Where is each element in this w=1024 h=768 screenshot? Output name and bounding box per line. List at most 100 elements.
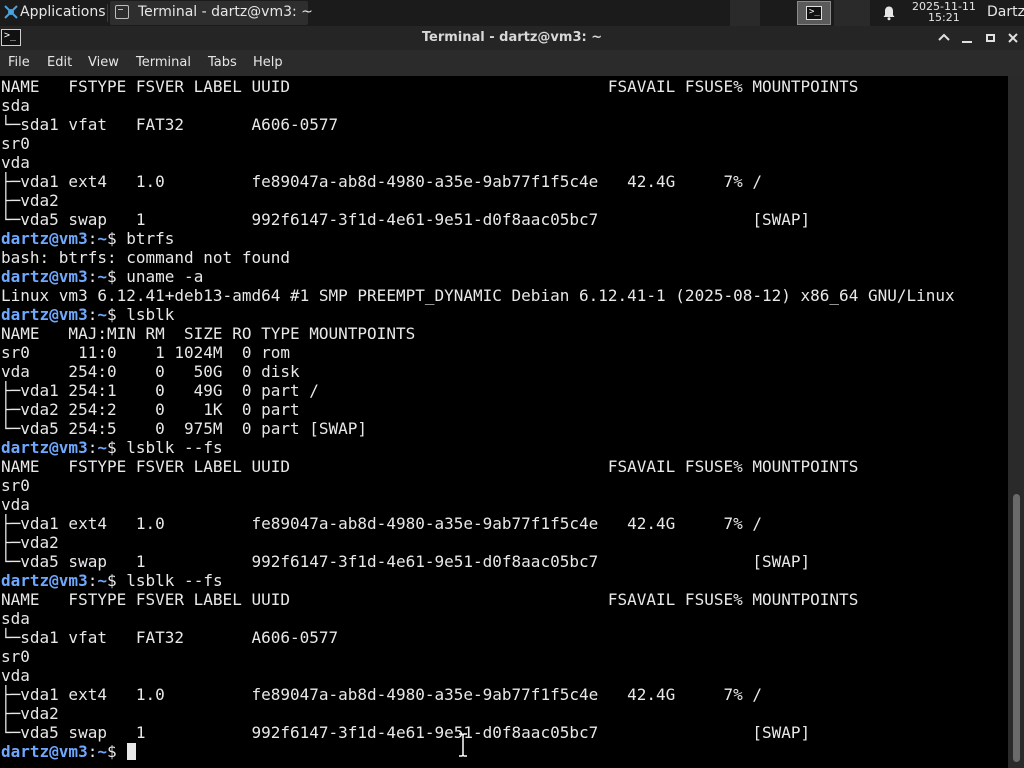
- terminal-output-line: sda: [1, 96, 30, 115]
- terminal-output-line: NAME FSTYPE FSVER LABEL UUID FSAVAIL FSU…: [1, 590, 859, 609]
- notification-bell-icon[interactable]: [881, 5, 897, 21]
- terminal-command-line: dartz@vm3:~$ lsblk: [1, 305, 174, 324]
- terminal-output-line: sr0: [1, 647, 30, 666]
- terminal-output-line: Linux vm3 6.12.41+deb13-amd64 #1 SMP PRE…: [1, 286, 955, 305]
- maximize-icon: [986, 34, 995, 42]
- prompt-path: ~: [97, 229, 107, 248]
- prompt-separator: :: [87, 267, 98, 286]
- top-panel: Applications Terminal - dartz@vm3: ~ >_ …: [0, 0, 1024, 26]
- command-text: lsblk --fs: [116, 438, 223, 457]
- prompt-separator: :: [87, 305, 98, 324]
- menu-view[interactable]: View: [88, 55, 119, 70]
- prompt-separator: :: [87, 571, 98, 590]
- terminal-output[interactable]: NAME FSTYPE FSVER LABEL UUID FSAVAIL FSU…: [0, 76, 1008, 768]
- command-text[interactable]: [117, 742, 127, 761]
- terminal-output-line: vda: [1, 153, 30, 172]
- menu-terminal[interactable]: Terminal: [136, 55, 191, 70]
- menu-bar: File Edit View Terminal Tabs Help: [0, 50, 1024, 76]
- terminal-output-line: ├─vda1 ext4 1.0 fe89047a-ab8d-4980-a35e-…: [1, 514, 762, 533]
- window-title: Terminal - dartz@vm3: ~: [421, 30, 603, 45]
- scrollbar-thumb[interactable]: [1013, 494, 1020, 762]
- terminal-output-line: └─vda5 swap 1 992f6147-3f1d-4e61-9e51-d0…: [1, 723, 811, 742]
- applications-label: Applications: [20, 4, 106, 20]
- terminal-command-line: dartz@vm3:~$ btrfs: [1, 229, 174, 248]
- terminal-output-line: ├─vda2: [1, 191, 59, 210]
- terminal-icon: >_: [806, 6, 822, 20]
- terminal-current-prompt: dartz@vm3:~$: [1, 742, 137, 761]
- terminal-output-line: NAME FSTYPE FSVER LABEL UUID FSAVAIL FSU…: [1, 77, 859, 96]
- user-menu[interactable]: Dartz: [987, 4, 1024, 20]
- chevron-up-icon: [938, 33, 950, 41]
- terminal-command-line: dartz@vm3:~$ uname -a: [1, 267, 203, 286]
- terminal-icon: [115, 5, 129, 19]
- terminal-output-line: NAME FSTYPE FSVER LABEL UUID FSAVAIL FSU…: [1, 457, 859, 476]
- terminal-output-line: NAME MAJ:MIN RM SIZE RO TYPE MOUNTPOINTS: [1, 324, 416, 343]
- prompt-separator: :: [87, 742, 98, 761]
- prompt-user-host: dartz@vm3: [1, 438, 88, 457]
- menu-help[interactable]: Help: [253, 55, 283, 70]
- close-icon: [1008, 33, 1018, 43]
- close-button[interactable]: [1003, 28, 1023, 48]
- terminal-output-line: sr0 11:0 1 1024M 0 rom: [1, 343, 290, 362]
- prompt-user-host: dartz@vm3: [1, 742, 88, 761]
- menu-file[interactable]: File: [8, 55, 30, 70]
- prompt-path: ~: [97, 571, 107, 590]
- terminal-output-line: sr0: [1, 476, 30, 495]
- prompt-dollar: $: [106, 229, 117, 248]
- terminal-command-line: dartz@vm3:~$ lsblk --fs: [1, 571, 223, 590]
- taskbar-terminal-button[interactable]: Terminal - dartz@vm3: ~: [110, 1, 313, 25]
- terminal-launcher-button[interactable]: >_: [797, 1, 831, 25]
- prompt-dollar: $: [106, 742, 117, 761]
- prompt-user-host: dartz@vm3: [1, 229, 88, 248]
- terminal-output-line: └─sda1 vfat FAT32 A606-0577: [1, 628, 339, 647]
- window-titlebar[interactable]: >_ Terminal - dartz@vm3: ~: [0, 26, 1024, 50]
- taskbar-terminal-label: Terminal - dartz@vm3: ~: [138, 4, 313, 20]
- terminal-output-line: └─vda5 swap 1 992f6147-3f1d-4e61-9e51-d0…: [1, 552, 811, 571]
- prompt-path: ~: [97, 267, 107, 286]
- panel-divider: [107, 4, 108, 22]
- prompt-dollar: $: [106, 438, 117, 457]
- terminal-output-line: vda: [1, 495, 30, 514]
- terminal-output-line: vda 254:0 0 50G 0 disk: [1, 362, 300, 381]
- shade-button[interactable]: [934, 28, 954, 48]
- prompt-user-host: dartz@vm3: [1, 267, 88, 286]
- applications-menu-button[interactable]: Applications: [0, 0, 108, 26]
- terminal-output-line: ├─vda2: [1, 704, 59, 723]
- prompt-separator: :: [87, 229, 98, 248]
- prompt-path: ~: [97, 438, 107, 457]
- prompt-dollar: $: [106, 267, 117, 286]
- terminal-output-line: ├─vda1 ext4 1.0 fe89047a-ab8d-4980-a35e-…: [1, 172, 762, 191]
- workspace-area[interactable]: [730, 0, 760, 26]
- maximize-button[interactable]: [980, 28, 1000, 48]
- terminal-output-line: └─vda5 swap 1 992f6147-3f1d-4e61-9e51-d0…: [1, 210, 811, 229]
- minimize-button[interactable]: [957, 28, 977, 48]
- minimize-icon: [962, 41, 972, 43]
- command-text: btrfs: [116, 229, 175, 248]
- prompt-path: ~: [97, 742, 107, 761]
- terminal-output-line: vda: [1, 666, 30, 685]
- terminal-output-line: ├─vda2: [1, 533, 59, 552]
- menu-edit[interactable]: Edit: [47, 55, 72, 70]
- terminal-output-line: sda: [1, 609, 30, 628]
- terminal-output-line: └─sda1 vfat FAT32 A606-0577: [1, 115, 339, 134]
- terminal-output-line: └─vda5 254:5 0 975M 0 part [SWAP]: [1, 419, 368, 438]
- command-text: uname -a: [116, 267, 204, 286]
- terminal-output-line: bash: btrfs: command not found: [1, 248, 290, 267]
- menu-tabs[interactable]: Tabs: [208, 55, 237, 70]
- applications-icon: [4, 5, 18, 19]
- terminal-output-line: ├─vda1 254:1 0 49G 0 part /: [1, 381, 319, 400]
- prompt-dollar: $: [106, 571, 117, 590]
- workspace-area-2[interactable]: [834, 0, 870, 26]
- terminal-output-line: ├─vda2 254:2 0 1K 0 part: [1, 400, 300, 419]
- clock-time[interactable]: 15:21: [928, 11, 960, 24]
- vertical-scrollbar[interactable]: [1008, 76, 1024, 768]
- command-text: lsblk --fs: [116, 571, 223, 590]
- terminal-output-line: ├─vda1 ext4 1.0 fe89047a-ab8d-4980-a35e-…: [1, 685, 762, 704]
- prompt-user-host: dartz@vm3: [1, 305, 88, 324]
- prompt-separator: :: [87, 438, 98, 457]
- terminal-output-line: sr0: [1, 134, 30, 153]
- terminal-command-line: dartz@vm3:~$ lsblk --fs: [1, 438, 223, 457]
- prompt-user-host: dartz@vm3: [1, 571, 88, 590]
- prompt-dollar: $: [106, 305, 117, 324]
- prompt-path: ~: [97, 305, 107, 324]
